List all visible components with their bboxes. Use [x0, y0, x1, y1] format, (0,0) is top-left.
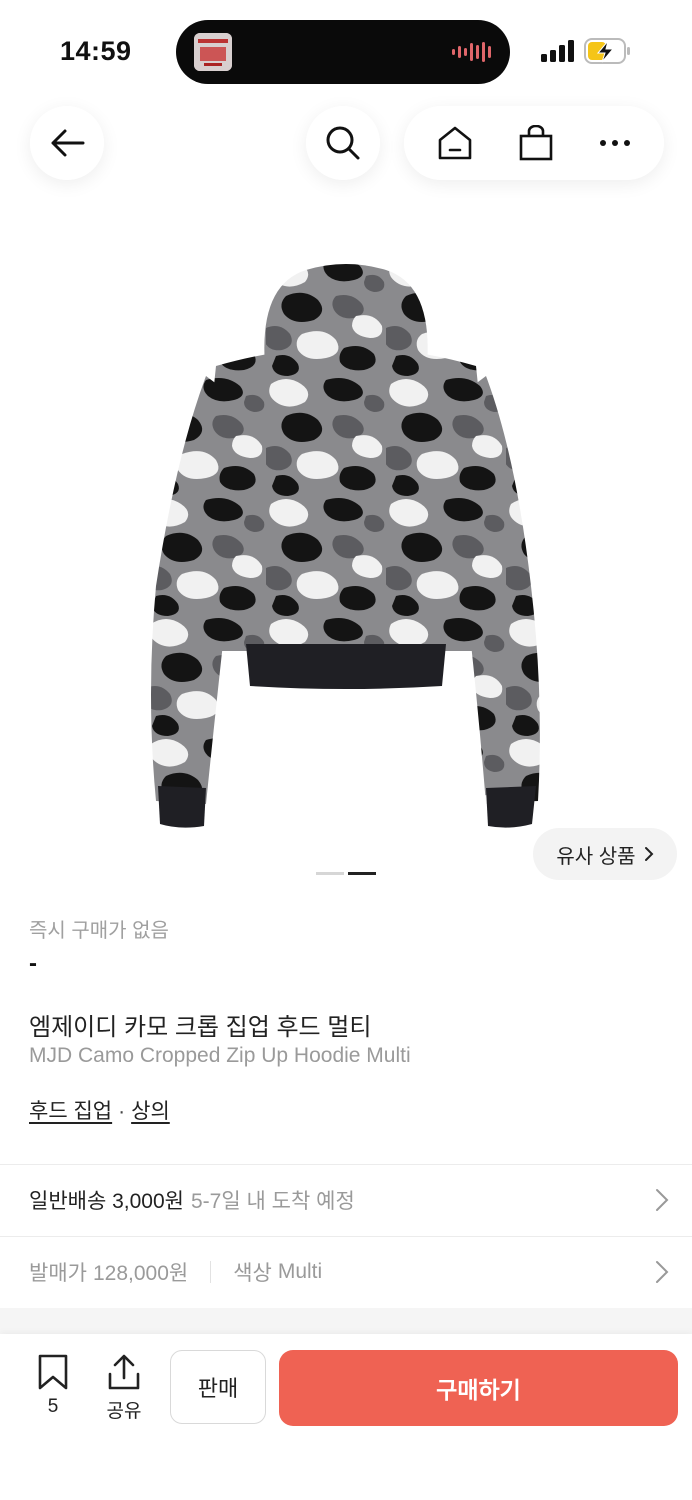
vertical-separator	[210, 1261, 212, 1283]
shipping-label: 일반배송 3,000원	[29, 1190, 184, 1213]
nav-actions-group	[404, 106, 664, 180]
back-button[interactable]	[30, 106, 104, 180]
audio-waveform-icon	[452, 42, 491, 62]
image-pager	[316, 872, 376, 875]
divider	[0, 1164, 692, 1165]
more-button[interactable]	[599, 139, 631, 147]
pager-dot[interactable]	[316, 872, 344, 875]
product-name-english: MJD Camo Cropped Zip Up Hoodie Multi	[29, 1044, 411, 1067]
shopping-bag-icon	[519, 125, 553, 161]
now-playing-thumbnail	[194, 33, 232, 71]
similar-products-button[interactable]: 유사 상품	[533, 828, 677, 880]
sell-button[interactable]: 판매	[170, 1350, 266, 1424]
category-separator: ·	[118, 1100, 126, 1123]
color-value: Multi	[277, 1260, 323, 1283]
shipping-eta: 5-7일 내 도착 예정	[191, 1190, 355, 1213]
more-icon	[600, 140, 631, 146]
cellular-signal-icon	[541, 40, 574, 62]
instant-buy-label: 즉시 구매가 없음	[29, 920, 169, 942]
color-label: 색상	[233, 1262, 272, 1285]
share-label: 공유	[106, 1401, 142, 1422]
save-count: 5	[47, 1396, 59, 1417]
release-price-value: 128,000원	[92, 1262, 189, 1285]
sell-label: 판매	[197, 1376, 239, 1401]
category-breadcrumb: 후드 집업 · 상의	[29, 1095, 170, 1125]
category-link-hood-zipup[interactable]: 후드 집업	[29, 1100, 112, 1123]
instant-buy-price: -	[29, 950, 37, 977]
product-name-korean: 엠제이디 카모 크롭 집업 후드 멀티	[29, 1014, 372, 1041]
similar-products-label: 유사 상품	[556, 845, 636, 868]
cart-button[interactable]	[518, 125, 554, 161]
chevron-right-icon	[656, 1261, 669, 1283]
bookmark-icon	[38, 1354, 68, 1390]
buy-label: 구매하기	[436, 1377, 521, 1403]
bottom-action-bar: 5 공유 판매 구매하기	[0, 1334, 692, 1500]
battery-icon	[584, 38, 630, 64]
category-link-tops[interactable]: 상의	[131, 1100, 170, 1123]
home-button[interactable]	[437, 126, 473, 160]
chevron-right-icon	[644, 847, 653, 861]
section-gap	[0, 1308, 692, 1334]
buy-button[interactable]: 구매하기	[279, 1350, 678, 1426]
search-icon	[326, 126, 360, 160]
status-bar: 14:59	[0, 0, 692, 100]
back-arrow-icon	[51, 129, 85, 157]
share-button[interactable]: 공유	[101, 1354, 147, 1423]
release-price-label: 발매가	[29, 1262, 87, 1285]
share-icon	[108, 1354, 140, 1390]
divider	[0, 1236, 692, 1237]
release-info-row[interactable]: 발매가 128,000원 색상 Multi	[29, 1252, 669, 1292]
pager-dot-active[interactable]	[348, 872, 376, 875]
dynamic-island	[176, 20, 510, 84]
shipping-row[interactable]: 일반배송 3,000원 5-7일 내 도착 예정	[29, 1180, 669, 1220]
product-image[interactable]	[146, 256, 546, 831]
search-button[interactable]	[306, 106, 380, 180]
save-button[interactable]: 5	[30, 1354, 76, 1418]
status-time: 14:59	[60, 36, 132, 66]
chevron-right-icon	[656, 1189, 669, 1211]
home-icon	[438, 126, 471, 160]
